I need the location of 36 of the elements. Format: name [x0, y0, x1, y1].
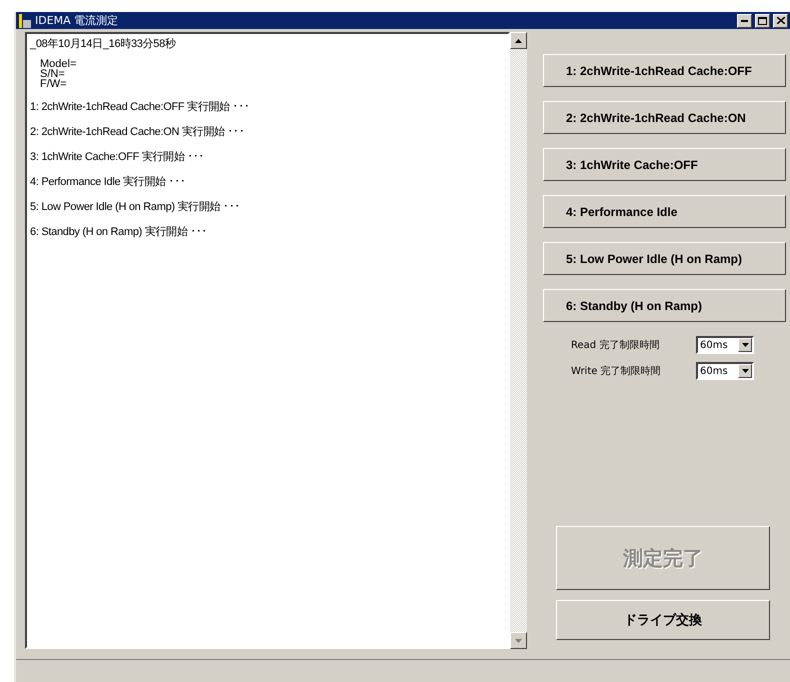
log-line: 5: Low Power Idle (H on Ramp) 実行開始 ･･･: [30, 200, 242, 214]
test-button[interactable]: 3: 1chWrite Cache:OFF: [543, 148, 786, 181]
scroll-down-icon: [515, 638, 522, 642]
test-button[interactable]: 1: 2chWrite-1chRead Cache:OFF: [543, 54, 786, 87]
test-button[interactable]: 2: 2chWrite-1chRead Cache:ON: [543, 101, 786, 134]
scroll-down-button[interactable]: [510, 632, 527, 649]
test-button[interactable]: 5: Low Power Idle (H on Ramp): [543, 242, 786, 275]
log-line: 2: 2chWrite-1chRead Cache:ON 実行開始 ･･･: [30, 124, 246, 139]
log-line: 1: 2chWrite-1chRead Cache:OFF 実行開始 ･･･: [30, 100, 251, 114]
timeout-label: Write 完了制限時間: [571, 364, 662, 378]
log-line: 4: Performance Idle 実行開始 ･･･: [30, 174, 187, 189]
log-line: 6: Standby (H on Ramp) 実行開始 ･･･: [30, 224, 208, 239]
window-title: IDEMA 電流測定: [35, 13, 120, 28]
app-icon: [18, 14, 32, 28]
scroll-up-icon: [515, 38, 522, 42]
minimize-button[interactable]: [737, 14, 752, 28]
test-button[interactable]: 4: Performance Idle: [543, 195, 786, 228]
timeout-dropdown[interactable]: 60ms: [696, 336, 754, 354]
log-line: 3: 1chWrite Cache:OFF 実行開始 ･･･: [30, 150, 206, 164]
dropdown-arrow-icon: [742, 369, 748, 373]
log-info-line: F/W=: [39, 79, 68, 89]
minimize-icon: [741, 20, 748, 22]
drive-exchange-button[interactable]: ドライブ交換: [556, 600, 770, 640]
maximize-button[interactable]: [755, 14, 770, 28]
scrollbar[interactable]: [510, 32, 527, 649]
log-info-line: Model=: [39, 59, 78, 69]
test-button[interactable]: 6: Standby (H on Ramp): [543, 289, 786, 322]
timeout-label: Read 完了制限時間: [571, 338, 660, 352]
close-button[interactable]: [773, 14, 788, 28]
maximize-icon: [758, 16, 767, 24]
timeout-dropdown[interactable]: 60ms: [696, 362, 754, 380]
dropdown-arrow-icon: [742, 343, 748, 347]
scroll-up-button[interactable]: [510, 32, 527, 49]
close-icon: [776, 17, 784, 24]
log-timestamp: _08年10月14日_16時33分58秒: [30, 37, 177, 51]
log-info-line: S/N=: [39, 69, 65, 79]
